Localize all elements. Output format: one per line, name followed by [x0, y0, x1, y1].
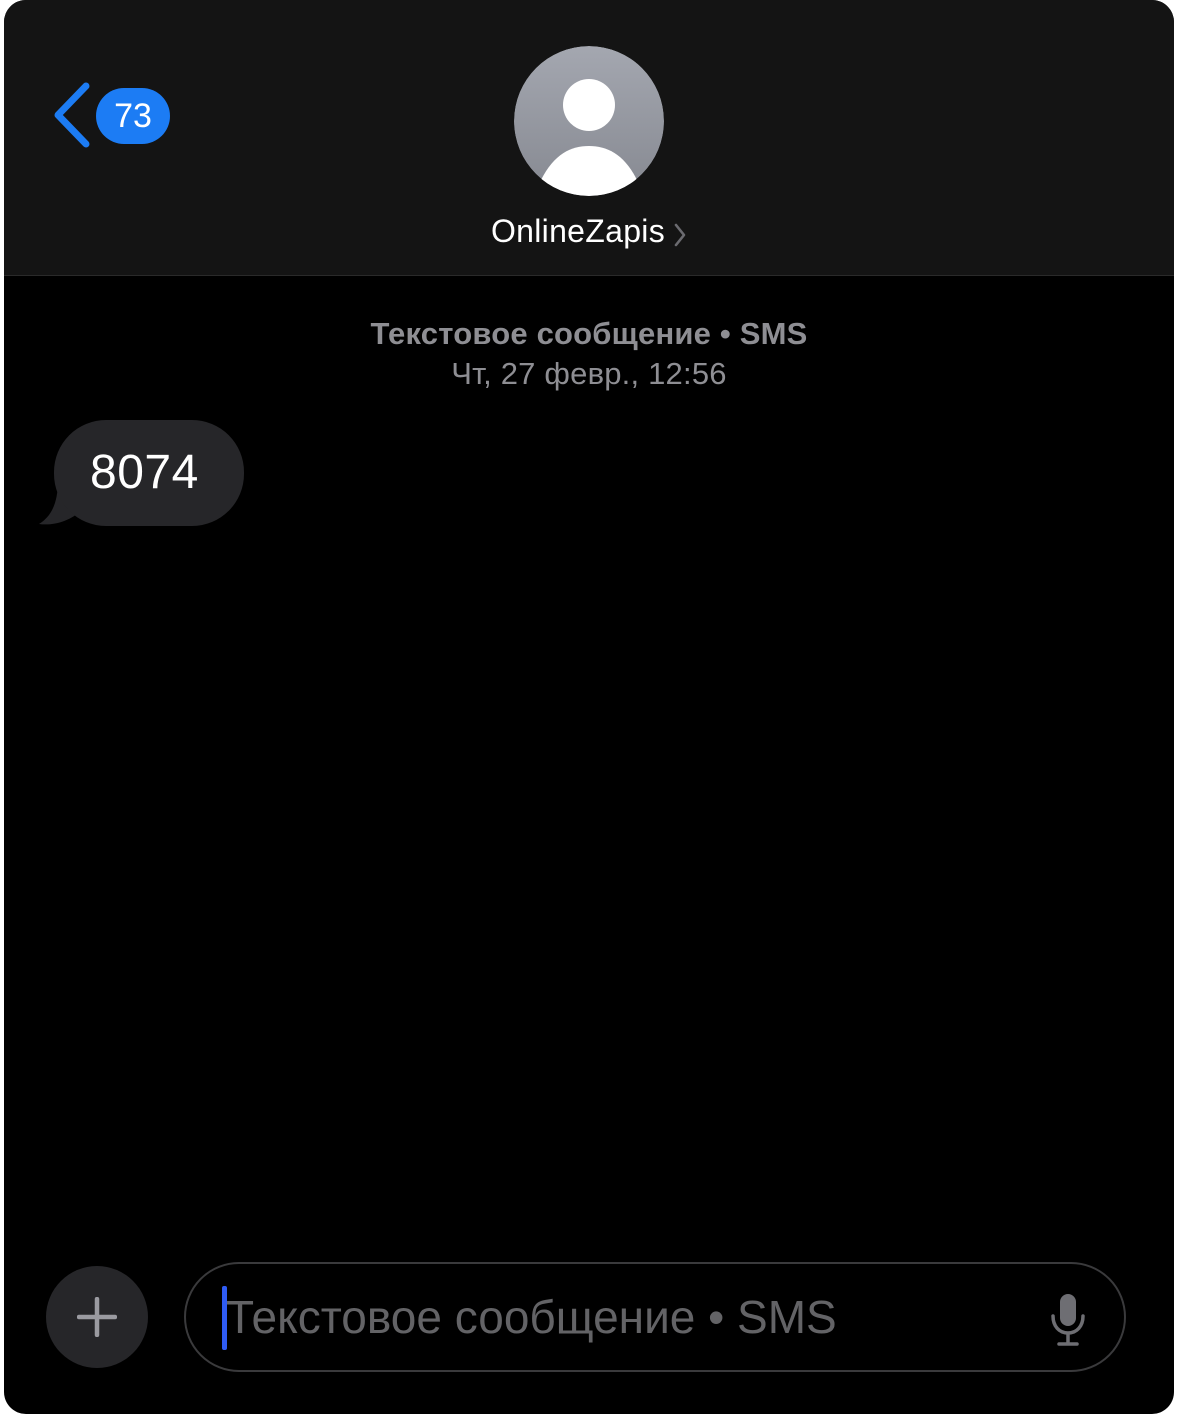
chevron-right-icon	[674, 223, 686, 247]
message-composer[interactable]	[184, 1262, 1126, 1372]
message-text: 8074	[54, 420, 244, 526]
conversation-header: 73 OnlineZapis	[4, 0, 1174, 276]
chevron-left-icon	[54, 82, 90, 148]
message-timestamp: Чт, 27 февр., 12:56	[451, 356, 727, 391]
messages-screen: 73 OnlineZapis Текстовое сообщение • SMS…	[4, 0, 1174, 1414]
message-input[interactable]	[226, 1264, 1006, 1370]
contact-avatar[interactable]	[514, 46, 664, 196]
contact-details-link[interactable]: OnlineZapis	[4, 206, 1174, 256]
microphone-icon[interactable]	[1048, 1292, 1088, 1348]
thread-info: Текстовое сообщение • SMS Чт, 27 февр., …	[4, 314, 1174, 394]
plus-icon	[77, 1297, 117, 1337]
contact-name: OnlineZapis	[490, 213, 666, 249]
message-bubble-incoming[interactable]: 8074	[36, 420, 256, 530]
back-button[interactable]: 73	[50, 82, 180, 148]
person-silhouette-icon	[514, 46, 664, 196]
unread-count-badge: 73	[96, 88, 170, 144]
service-label: Текстовое сообщение • SMS	[370, 316, 808, 351]
add-attachment-button[interactable]	[46, 1266, 148, 1368]
